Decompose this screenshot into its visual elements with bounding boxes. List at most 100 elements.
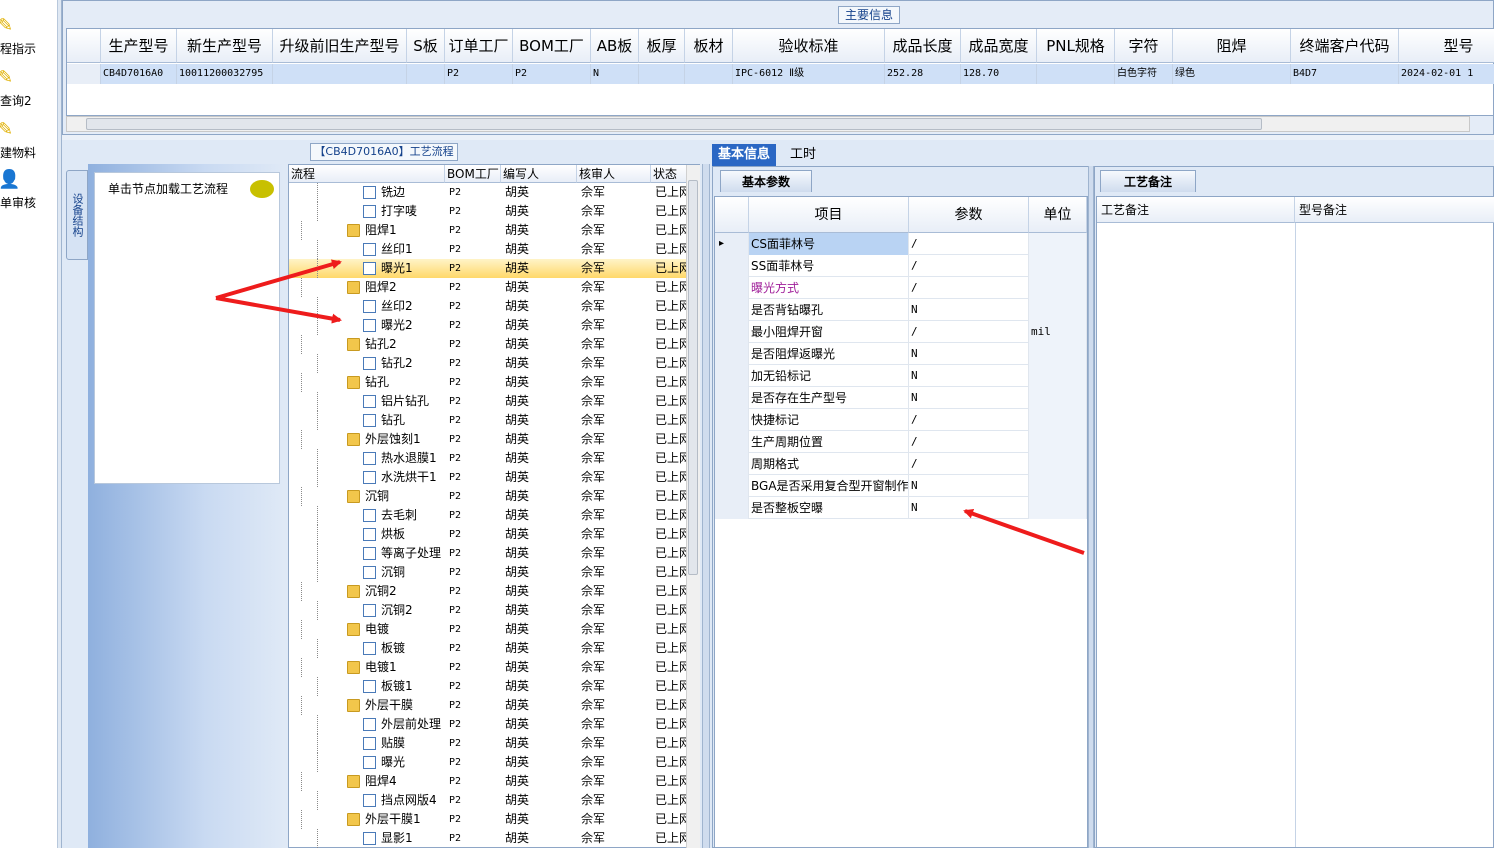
tree-row[interactable]: 电镀 P2 胡英 佘军 已上网 [289, 620, 691, 639]
param-row[interactable]: 快捷标记 / [715, 409, 1087, 431]
column-header[interactable]: BOM工厂 [513, 29, 591, 63]
main-info-cell[interactable] [273, 64, 407, 84]
main-info-cell[interactable] [639, 64, 685, 84]
main-info-hscroll-thumb[interactable] [86, 118, 1262, 130]
column-header[interactable]: AB板 [591, 29, 639, 63]
param-row[interactable]: 是否背钻曝孔 N [715, 299, 1087, 321]
column-header[interactable]: 升级前旧生产型号 [273, 29, 407, 63]
param-row[interactable]: 最小阻焊开窗 / mil [715, 321, 1087, 343]
tree-row[interactable]: 沉铜2 P2 胡英 佘军 已上网 [289, 601, 691, 620]
tree-row[interactable]: 铣边 P2 胡英 佘军 已上网 [289, 183, 691, 202]
tree-row[interactable]: 外层蚀刻1 P2 胡英 佘军 已上网 [289, 430, 691, 449]
param-value[interactable]: N [909, 387, 1029, 409]
param-row[interactable]: 周期格式 / [715, 453, 1087, 475]
param-row[interactable]: 生产周期位置 / [715, 431, 1087, 453]
main-info-cell[interactable]: 10011200032795 [177, 64, 273, 84]
main-info-cell[interactable] [685, 64, 733, 84]
main-info-cell[interactable] [1037, 64, 1115, 84]
tree-row[interactable]: 铝片钻孔 P2 胡英 佘军 已上网 [289, 392, 691, 411]
param-value[interactable]: / [909, 277, 1029, 299]
param-row[interactable]: 是否整板空曝 N [715, 497, 1087, 519]
tree-column-header[interactable]: 流程 [289, 165, 445, 183]
param-row[interactable]: 加无铅标记 N [715, 365, 1087, 387]
column-header[interactable]: PNL规格 [1037, 29, 1115, 63]
param-value[interactable]: N [909, 497, 1029, 519]
main-info-cell[interactable]: N [591, 64, 639, 84]
tree-row[interactable]: 打字唛 P2 胡英 佘军 已上网 [289, 202, 691, 221]
tree-splitter[interactable] [702, 164, 710, 848]
main-info-cell[interactable]: 白色字符 [1115, 64, 1173, 84]
param-row[interactable]: 是否存在生产型号 N [715, 387, 1087, 409]
notes-column-header[interactable]: 工艺备注 [1097, 197, 1295, 223]
param-value[interactable]: N [909, 299, 1029, 321]
tree-row[interactable]: 丝印2 P2 胡英 佘军 已上网 [289, 297, 691, 316]
notes-column-header[interactable]: 型号备注 [1295, 197, 1494, 223]
main-info-cell[interactable]: IPC-6012 Ⅱ级 [733, 64, 885, 84]
tab-basic-info[interactable]: 基本信息 [712, 144, 777, 166]
tree-row[interactable]: 阻焊1 P2 胡英 佘军 已上网 [289, 221, 691, 240]
param-row[interactable]: 曝光方式 / [715, 277, 1087, 299]
column-header[interactable]: 验收标准 [733, 29, 885, 63]
notes-tab[interactable]: 工艺备注 [1100, 170, 1196, 192]
column-header[interactable]: 板厚 [639, 29, 685, 63]
tree-row[interactable]: 外层前处理 P2 胡英 佘军 已上网 [289, 715, 691, 734]
toolbar-item[interactable]: ✎ 查询2 [0, 68, 58, 116]
tree-row[interactable]: 外层干膜 P2 胡英 佘军 已上网 [289, 696, 691, 715]
tab-work-hours[interactable]: 工时 [784, 144, 822, 166]
tree-row[interactable]: 外层干膜1 P2 胡英 佘军 已上网 [289, 810, 691, 829]
tree-row[interactable]: 曝光1 P2 胡英 佘军 已上网 [289, 259, 691, 278]
tree-row[interactable]: 等离子处理 P2 胡英 佘军 已上网 [289, 544, 691, 563]
param-value[interactable]: N [909, 343, 1029, 365]
tree-row[interactable]: 沉铜 P2 胡英 佘军 已上网 [289, 563, 691, 582]
main-info-cell[interactable] [407, 64, 445, 84]
tree-row[interactable]: 钻孔 P2 胡英 佘军 已上网 [289, 411, 691, 430]
tree-row[interactable]: 显影1 P2 胡英 佘军 已上网 [289, 829, 691, 848]
column-header[interactable]: 成品宽度 [961, 29, 1037, 63]
tree-row[interactable]: 沉铜 P2 胡英 佘军 已上网 [289, 487, 691, 506]
tree-column-header[interactable]: 状态 [651, 165, 691, 183]
column-header[interactable]: 阻焊 [1173, 29, 1291, 63]
param-value[interactable]: / [909, 409, 1029, 431]
main-info-cell[interactable]: 252.28 [885, 64, 961, 84]
column-header[interactable]: 型号 [1399, 29, 1494, 63]
param-row[interactable]: BGA是否采用复合型开窗制作 N [715, 475, 1087, 497]
param-row[interactable]: SS面菲林号 / [715, 255, 1087, 277]
column-header[interactable]: 生产型号 [101, 29, 177, 63]
params-tab[interactable]: 基本参数 [720, 170, 812, 192]
param-value[interactable]: N [909, 475, 1029, 497]
tree-row[interactable]: 水洗烘干1 P2 胡英 佘军 已上网 [289, 468, 691, 487]
tree-row[interactable]: 板镀1 P2 胡英 佘军 已上网 [289, 677, 691, 696]
tree-column-header[interactable]: 编写人 [501, 165, 577, 183]
side-tab-structure[interactable]: 设备结构 [66, 170, 88, 260]
param-value[interactable]: / [909, 321, 1029, 343]
process-tree-vscroll-thumb[interactable] [688, 180, 698, 575]
main-info-cell[interactable]: 2024-02-01 1 [1399, 64, 1494, 84]
main-info-cell[interactable]: B4D7 [1291, 64, 1399, 84]
tree-row[interactable]: 板镀 P2 胡英 佘军 已上网 [289, 639, 691, 658]
param-value[interactable]: / [909, 233, 1029, 255]
column-header[interactable]: 字符 [1115, 29, 1173, 63]
tree-row[interactable]: 沉铜2 P2 胡英 佘军 已上网 [289, 582, 691, 601]
main-info-cell[interactable]: CB4D7016A0 [101, 64, 177, 84]
tree-row[interactable]: 曝光2 P2 胡英 佘军 已上网 [289, 316, 691, 335]
tree-row[interactable]: 挡点网版4 P2 胡英 佘军 已上网 [289, 791, 691, 810]
param-value[interactable]: / [909, 453, 1029, 475]
toolbar-item[interactable]: ✎ 建物料 [0, 120, 58, 168]
tree-column-header[interactable]: 核审人 [577, 165, 651, 183]
tree-row[interactable]: 钻孔2 P2 胡英 佘军 已上网 [289, 354, 691, 373]
param-row[interactable]: 是否阻焊返曝光 N [715, 343, 1087, 365]
main-info-cell[interactable]: P2 [513, 64, 591, 84]
param-value[interactable]: / [909, 431, 1029, 453]
param-row[interactable]: ▸ CS面菲林号 / [715, 233, 1087, 255]
tree-row[interactable]: 阻焊2 P2 胡英 佘军 已上网 [289, 278, 691, 297]
tree-row[interactable]: 贴膜 P2 胡英 佘军 已上网 [289, 734, 691, 753]
tree-row[interactable]: 去毛刺 P2 胡英 佘军 已上网 [289, 506, 691, 525]
param-value[interactable]: / [909, 255, 1029, 277]
tree-row[interactable]: 电镀1 P2 胡英 佘军 已上网 [289, 658, 691, 677]
tree-row[interactable]: 曝光 P2 胡英 佘军 已上网 [289, 753, 691, 772]
tree-row[interactable]: 钻孔2 P2 胡英 佘军 已上网 [289, 335, 691, 354]
param-value[interactable]: N [909, 365, 1029, 387]
tree-row[interactable]: 阻焊4 P2 胡英 佘军 已上网 [289, 772, 691, 791]
tree-row[interactable]: 钻孔 P2 胡英 佘军 已上网 [289, 373, 691, 392]
tree-column-header[interactable]: BOM工厂 [445, 165, 501, 183]
